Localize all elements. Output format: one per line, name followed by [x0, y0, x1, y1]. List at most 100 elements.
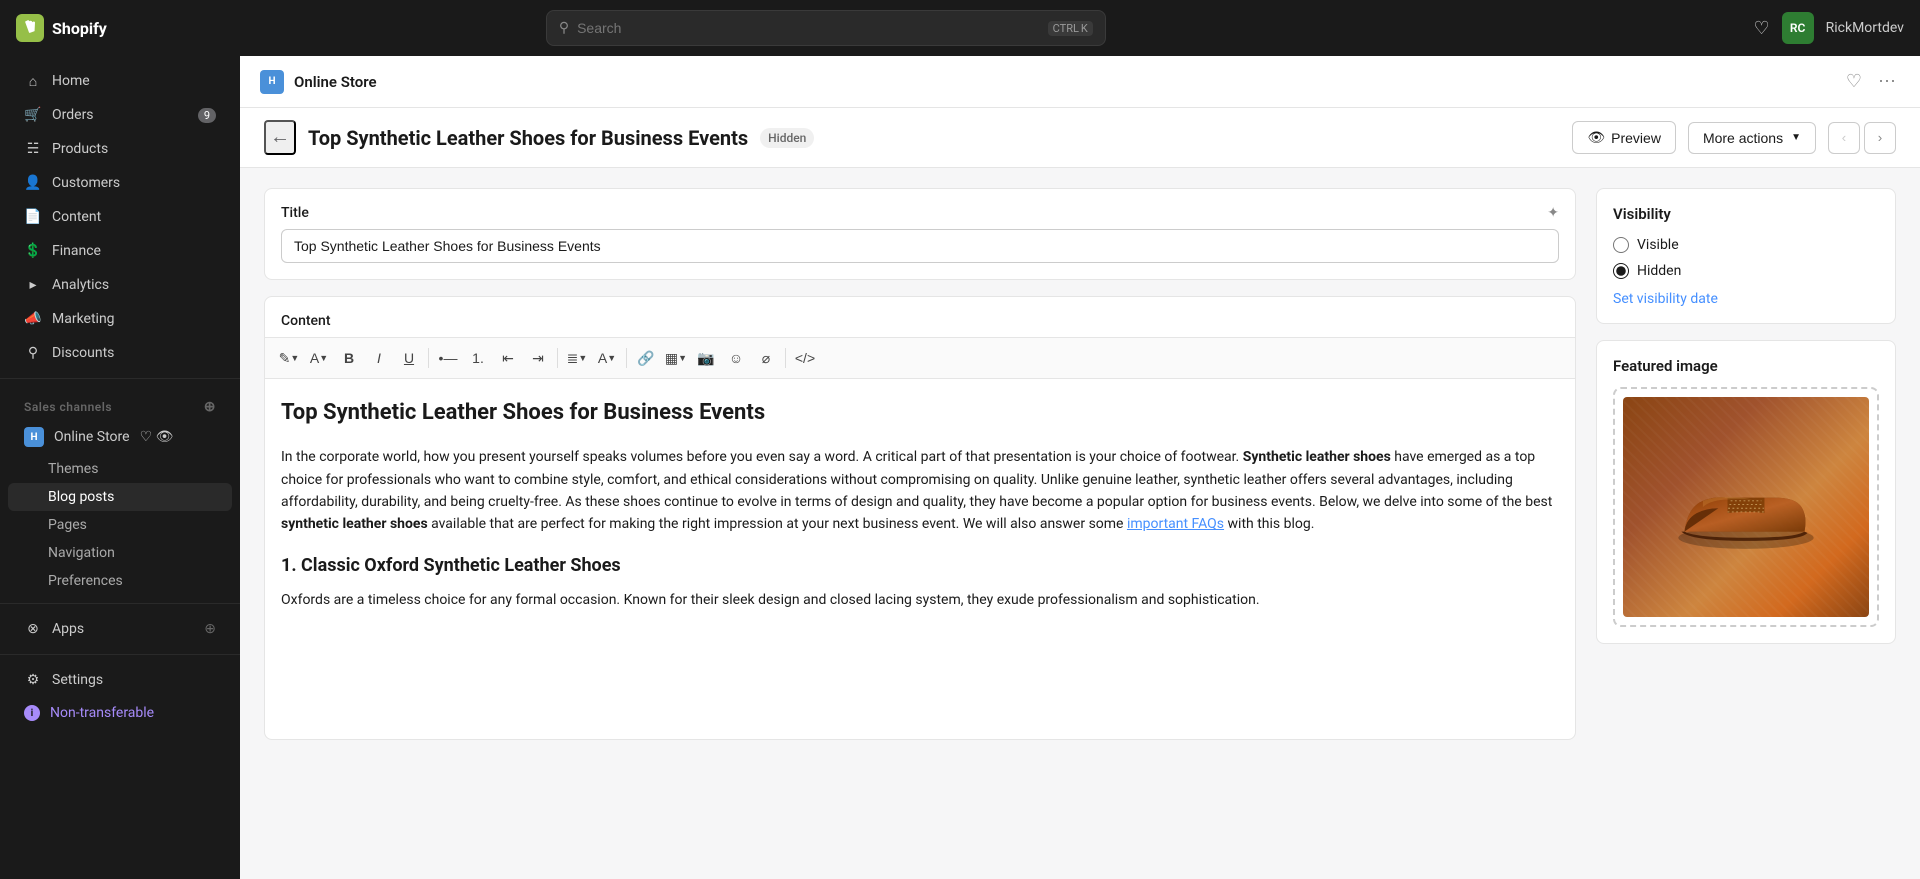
article-para-1: In the corporate world, how you present …: [281, 446, 1559, 536]
app-name: Shopify: [52, 19, 107, 38]
expand-apps-icon[interactable]: ⊕: [204, 621, 216, 637]
preview-button[interactable]: 👁 Preview: [1572, 121, 1676, 154]
faqs-link[interactable]: important FAQs: [1127, 516, 1224, 532]
rte-ordered-list-btn[interactable]: 1.: [464, 344, 492, 372]
sidebar-item-orders[interactable]: 🛒 Orders 9: [8, 98, 232, 132]
rte-italic-btn[interactable]: I: [365, 344, 393, 372]
sidebar-item-finance[interactable]: 💲 Finance: [8, 234, 232, 268]
chevron-down-icon: ▼: [1791, 132, 1801, 143]
sidebar-item-customers[interactable]: 👤 Customers: [8, 166, 232, 200]
sidebar-item-analytics[interactable]: ▸ Analytics: [8, 268, 232, 302]
rte-indent-increase-btn[interactable]: ⇥: [524, 344, 552, 372]
sidebar-item-label: Orders: [52, 107, 94, 123]
visibility-radio-group: Visible Hidden: [1613, 237, 1879, 279]
sidebar-sub-item-navigation[interactable]: Navigation: [8, 539, 232, 567]
rte-table-btn[interactable]: ▦ ▼: [662, 344, 690, 372]
rte-content-area[interactable]: Top Synthetic Leather Shoes for Business…: [265, 379, 1575, 739]
rte-image-btn[interactable]: 📷: [692, 344, 720, 372]
sidebar-item-label: Finance: [52, 243, 101, 259]
orders-badge: 9: [198, 108, 216, 123]
bell-icon[interactable]: ♡: [140, 429, 153, 445]
orders-icon: 🛒: [24, 106, 42, 124]
page-header: ← Top Synthetic Leather Shoes for Busine…: [240, 108, 1920, 168]
rte-divider-2: [557, 348, 558, 368]
content-label: Content: [265, 297, 1575, 337]
expand-icon[interactable]: ✦: [1547, 205, 1559, 221]
rte-strikethrough-btn[interactable]: ⌀: [752, 344, 780, 372]
next-arrow-button[interactable]: ›: [1864, 122, 1896, 154]
channel-bar-icons: ♡ ⋯: [1842, 67, 1900, 96]
avatar[interactable]: RC: [1782, 12, 1814, 44]
eye-icon[interactable]: 👁: [156, 429, 174, 445]
set-visibility-date-link[interactable]: Set visibility date: [1613, 291, 1879, 307]
customers-icon: 👤: [24, 174, 42, 192]
online-store-actions: ♡ 👁: [140, 429, 174, 445]
right-panel: Visibility Visible Hidden Set visibility…: [1596, 188, 1896, 859]
sidebar-item-marketing[interactable]: 📣 Marketing: [8, 302, 232, 336]
sidebar-sub-item-blog-posts[interactable]: Blog posts: [8, 483, 232, 511]
preview-icon: 👁: [1587, 129, 1605, 146]
products-icon: ☵: [24, 140, 42, 158]
notifications-bell-icon[interactable]: ♡: [1753, 18, 1769, 39]
visibility-visible-option[interactable]: Visible: [1613, 237, 1879, 253]
topbar-right: ♡ RC RickMortdev: [1753, 12, 1903, 44]
username-label[interactable]: RickMortdev: [1826, 20, 1904, 36]
sidebar-item-apps[interactable]: ⊗ Apps ⊕: [8, 612, 232, 646]
sidebar-item-content[interactable]: 📄 Content: [8, 200, 232, 234]
rte-bullet-list-btn[interactable]: •—: [434, 344, 462, 372]
sidebar-item-discounts[interactable]: ⚲ Discounts: [8, 336, 232, 370]
rte-link-btn[interactable]: 🔗: [632, 344, 660, 372]
sidebar-item-label: Products: [52, 141, 108, 157]
rte-divider-3: [626, 348, 627, 368]
online-store-badge: H: [24, 427, 44, 447]
sidebar-sub-item-preferences[interactable]: Preferences: [8, 567, 232, 595]
channel-more-icon[interactable]: ⋯: [1874, 67, 1900, 96]
rte-toolbar: ✎ ▼ A ▼ B I U •— 1. ⇤ ⇥ ≣ ▼ A ▼: [265, 337, 1575, 379]
sidebar-sub-item-pages[interactable]: Pages: [8, 511, 232, 539]
marketing-icon: 📣: [24, 310, 42, 328]
sidebar-item-online-store[interactable]: H Online Store ♡ 👁: [8, 419, 232, 455]
rte-bold-btn[interactable]: B: [335, 344, 363, 372]
rte-format-btn[interactable]: ✎ ▼: [275, 344, 303, 372]
sidebar-sub-item-themes[interactable]: Themes: [8, 455, 232, 483]
prev-arrow-button[interactable]: ‹: [1828, 122, 1860, 154]
editor-panel: Title ✦ Content ✎ ▼ A ▼ B I U: [264, 188, 1576, 859]
rte-source-btn[interactable]: </>: [791, 344, 819, 372]
main-content: H Online Store ♡ ⋯ ← Top Synthetic Leath…: [240, 56, 1920, 879]
more-actions-button[interactable]: More actions ▼: [1688, 122, 1816, 154]
rte-color-btn[interactable]: A ▼: [593, 344, 621, 372]
sidebar-item-home[interactable]: ⌂ Home: [8, 64, 232, 98]
visibility-visible-radio[interactable]: [1613, 237, 1629, 253]
online-store-label: Online Store: [54, 429, 130, 445]
sidebar-divider-1: [0, 378, 240, 379]
sidebar-item-products[interactable]: ☵ Products: [8, 132, 232, 166]
rte-divider-4: [785, 348, 786, 368]
sidebar-item-settings[interactable]: ⚙ Settings: [8, 663, 232, 697]
search-bar[interactable]: ⚲ CTRL K: [546, 10, 1106, 46]
status-badge: Hidden: [760, 128, 814, 148]
page-title: Top Synthetic Leather Shoes for Business…: [308, 126, 748, 150]
search-input[interactable]: [577, 20, 1040, 36]
title-input[interactable]: [281, 229, 1559, 263]
apps-icon: ⊗: [24, 620, 42, 638]
featured-image-title: Featured image: [1613, 357, 1879, 375]
sidebar-item-label: Home: [52, 73, 90, 89]
channel-bell-icon[interactable]: ♡: [1842, 67, 1866, 96]
visibility-hidden-radio[interactable]: [1613, 263, 1629, 279]
rte-align-btn[interactable]: ≣ ▼: [563, 344, 591, 372]
channel-store-name: Online Store: [294, 73, 377, 91]
rte-emoji-btn[interactable]: ☺: [722, 344, 750, 372]
visibility-hidden-option[interactable]: Hidden: [1613, 263, 1879, 279]
title-label: Title ✦: [281, 205, 1559, 221]
back-button[interactable]: ←: [264, 120, 296, 155]
image-drop-area[interactable]: [1613, 387, 1879, 627]
sidebar-item-label: Non-transferable: [50, 705, 154, 721]
featured-image-card: Featured image: [1596, 340, 1896, 644]
content-icon: 📄: [24, 208, 42, 226]
expand-sales-channels-icon[interactable]: ⊕: [204, 399, 216, 415]
rte-indent-decrease-btn[interactable]: ⇤: [494, 344, 522, 372]
sidebar-item-label: Discounts: [52, 345, 114, 361]
rte-underline-btn[interactable]: U: [395, 344, 423, 372]
rte-font-size-btn[interactable]: A ▼: [305, 344, 333, 372]
sidebar-item-non-transferable[interactable]: i Non-transferable: [8, 697, 232, 729]
